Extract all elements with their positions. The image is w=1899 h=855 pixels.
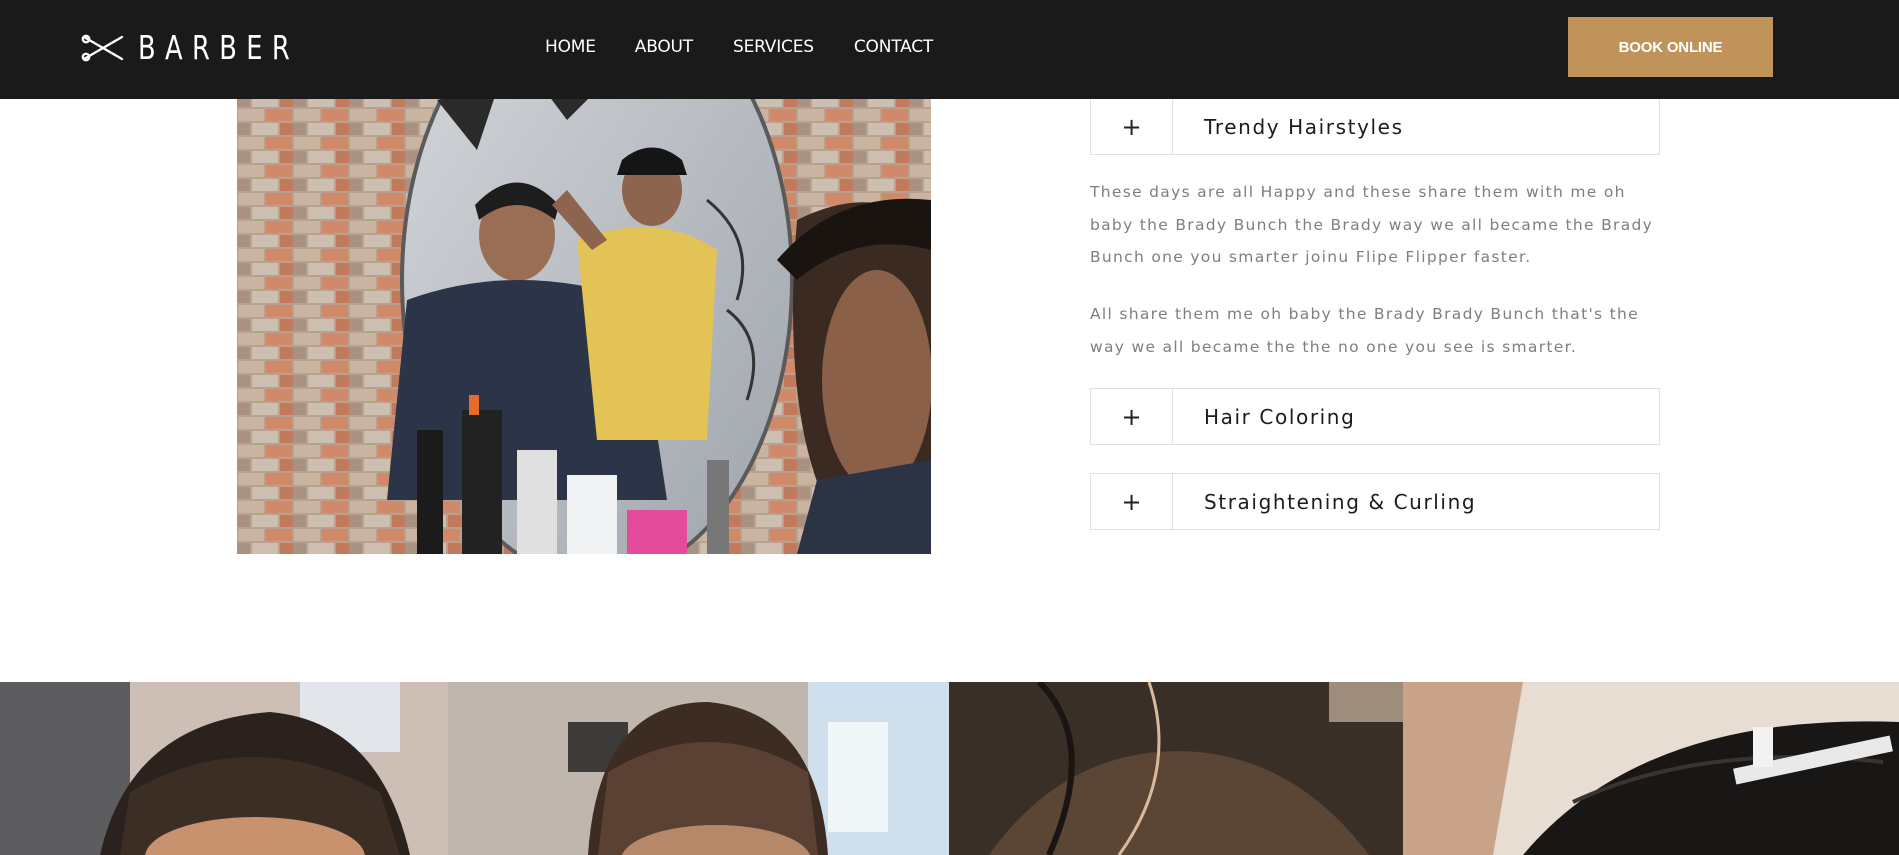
scissors-icon [81,34,124,62]
plus-icon[interactable]: + [1091,389,1173,444]
nav-contact[interactable]: CONTACT [854,37,933,57]
gallery-image[interactable] [949,682,1403,855]
nav-services[interactable]: SERVICES [733,37,814,57]
accordion-title[interactable]: Trendy Hairstyles [1204,99,1404,154]
gallery-strip [0,682,1899,855]
gallery-image[interactable] [0,682,448,855]
accordion-item-straightening-curling[interactable]: + Straightening & Curling [1090,473,1660,530]
plus-icon[interactable]: + [1091,99,1173,154]
accordion-item-trendy-hairstyles[interactable]: + Trendy Hairstyles [1090,98,1660,155]
plus-icon[interactable]: + [1091,474,1173,529]
accordion-item-hair-coloring[interactable]: + Hair Coloring [1090,388,1660,445]
accordion-paragraph: All share them me oh baby the Brady Brad… [1090,305,1639,356]
gallery-image[interactable] [1403,682,1899,855]
site-logo[interactable]: BARBER [80,28,345,68]
nav-home[interactable]: HOME [545,37,596,57]
accordion-title[interactable]: Straightening & Curling [1204,474,1476,529]
nav-about[interactable]: ABOUT [635,37,693,57]
top-navigation-bar: BARBER HOME ABOUT SERVICES CONTACT BOOK … [0,0,1899,99]
logo-text: BARBER [138,28,300,67]
main-nav: HOME ABOUT SERVICES CONTACT [545,0,933,94]
accordion-title[interactable]: Hair Coloring [1204,389,1355,444]
gallery-image[interactable] [448,682,949,855]
book-online-button[interactable]: BOOK ONLINE [1568,17,1773,77]
barber-feature-photo [237,80,931,554]
accordion-paragraph: These days are all Happy and these share… [1090,183,1654,266]
